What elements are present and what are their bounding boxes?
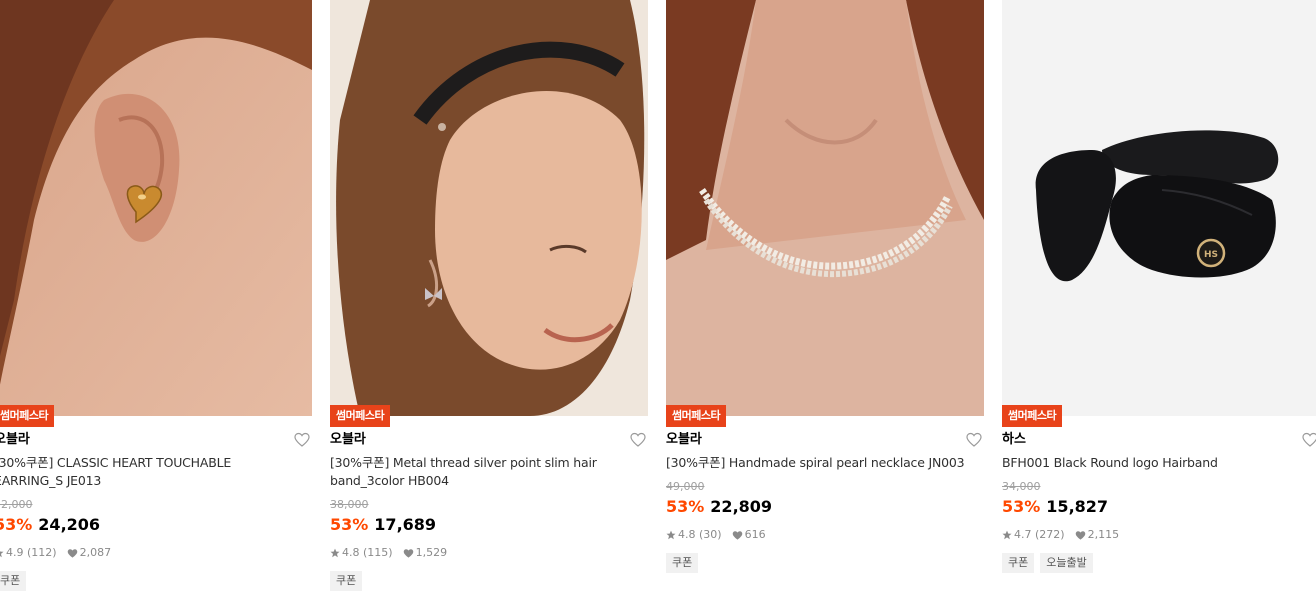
star-icon bbox=[330, 548, 340, 558]
product-card[interactable]: HS 썸머페스타 하스 BFH001 Black Round logo Hair… bbox=[1002, 0, 1316, 595]
brand-name[interactable]: 오블라 bbox=[0, 430, 30, 450]
star-icon bbox=[0, 548, 4, 558]
discount-rate: 53% bbox=[330, 515, 369, 534]
brand-name[interactable]: 오블라 bbox=[666, 430, 702, 450]
sale-price: 17,689 bbox=[374, 515, 437, 534]
product-image[interactable] bbox=[330, 0, 648, 416]
wishlist-heart-icon[interactable] bbox=[294, 432, 310, 448]
tag-list: 쿠폰 bbox=[666, 553, 699, 573]
brand-row: 하스 bbox=[1002, 430, 1316, 450]
product-image[interactable] bbox=[666, 0, 984, 416]
product-image[interactable] bbox=[0, 0, 312, 416]
heart-filled-icon bbox=[732, 530, 743, 541]
tag-list: 쿠폰 오늘출발 bbox=[1002, 553, 1093, 573]
product-card[interactable]: 썸머페스타 오블라 [30%쿠폰] CLASSIC HEART TOUCHABL… bbox=[0, 0, 312, 595]
promo-badge: 썸머페스타 bbox=[0, 405, 55, 427]
heart-filled-icon bbox=[403, 548, 414, 559]
product-title[interactable]: [30%쿠폰] CLASSIC HEART TOUCHABLE EARRING_… bbox=[0, 454, 299, 490]
svg-text:HS: HS bbox=[1204, 250, 1218, 260]
wishlist-heart-icon[interactable] bbox=[1302, 432, 1316, 448]
product-title[interactable]: [30%쿠폰] Metal thread silver point slim h… bbox=[330, 454, 635, 490]
sale-price-row: 53% 17,689 bbox=[330, 514, 436, 536]
product-stats: 4.8 (115) 1,529 bbox=[330, 545, 447, 561]
review-count: (112) bbox=[27, 546, 57, 559]
original-price: 52,000 bbox=[0, 498, 33, 511]
discount-rate: 53% bbox=[1002, 497, 1041, 516]
coupon-tag: 쿠폰 bbox=[330, 571, 363, 591]
rating-value: 4.9 bbox=[6, 546, 24, 559]
sale-price: 24,206 bbox=[38, 515, 101, 534]
product-image[interactable]: HS bbox=[1002, 0, 1316, 416]
original-price: 49,000 bbox=[666, 480, 705, 493]
product-card[interactable]: 썸머페스타 오블라 [30%쿠폰] Handmade spiral pearl … bbox=[666, 0, 984, 595]
tag-list: 쿠폰 bbox=[330, 571, 363, 591]
star-icon bbox=[666, 530, 676, 540]
like-count: 2,115 bbox=[1087, 528, 1120, 541]
product-title[interactable]: BFH001 Black Round logo Hairband bbox=[1002, 454, 1307, 472]
product-stats: 4.8 (30) 616 bbox=[666, 527, 766, 543]
like-count: 2,087 bbox=[79, 546, 112, 559]
like-count: 1,529 bbox=[415, 546, 448, 559]
coupon-tag: 쿠폰 bbox=[0, 571, 27, 591]
sale-price-row: 53% 24,206 bbox=[0, 514, 100, 536]
promo-badge: 썸머페스타 bbox=[666, 405, 727, 427]
wishlist-heart-icon[interactable] bbox=[630, 432, 646, 448]
heart-filled-icon bbox=[1075, 530, 1086, 541]
wishlist-heart-icon[interactable] bbox=[966, 432, 982, 448]
product-stats: 4.7 (272) 2,115 bbox=[1002, 527, 1119, 543]
sale-price: 15,827 bbox=[1046, 497, 1109, 516]
brand-row: 오블라 bbox=[666, 430, 984, 450]
brand-name[interactable]: 하스 bbox=[1002, 430, 1026, 450]
star-icon bbox=[1002, 530, 1012, 540]
product-title[interactable]: [30%쿠폰] Handmade spiral pearl necklace J… bbox=[666, 454, 971, 472]
brand-name[interactable]: 오블라 bbox=[330, 430, 366, 450]
coupon-tag: 쿠폰 bbox=[1002, 553, 1035, 573]
sale-price-row: 53% 22,809 bbox=[666, 496, 772, 518]
brand-row: 오블라 bbox=[330, 430, 648, 450]
product-card[interactable]: 썸머페스타 오블라 [30%쿠폰] Metal thread silver po… bbox=[330, 0, 648, 595]
promo-badge: 썸머페스타 bbox=[1002, 405, 1063, 427]
rating-value: 4.7 bbox=[1014, 528, 1032, 541]
same-day-shipping-tag: 오늘출발 bbox=[1040, 553, 1093, 573]
product-stats: 4.9 (112) 2,087 bbox=[0, 545, 111, 561]
sale-price-row: 53% 15,827 bbox=[1002, 496, 1108, 518]
promo-badge: 썸머페스타 bbox=[330, 405, 391, 427]
product-grid: 썸머페스타 오블라 [30%쿠폰] CLASSIC HEART TOUCHABL… bbox=[0, 0, 1316, 595]
discount-rate: 53% bbox=[0, 515, 33, 534]
rating-value: 4.8 bbox=[342, 546, 360, 559]
original-price: 38,000 bbox=[330, 498, 369, 511]
discount-rate: 53% bbox=[666, 497, 705, 516]
rating-value: 4.8 bbox=[678, 528, 696, 541]
original-price: 34,000 bbox=[1002, 480, 1041, 493]
sale-price: 22,809 bbox=[710, 497, 773, 516]
review-count: (272) bbox=[1035, 528, 1065, 541]
brand-row: 오블라 bbox=[0, 430, 312, 450]
review-count: (115) bbox=[363, 546, 393, 559]
review-count: (30) bbox=[699, 528, 722, 541]
tag-list: 쿠폰 bbox=[0, 571, 27, 591]
like-count: 616 bbox=[744, 528, 766, 541]
heart-filled-icon bbox=[67, 548, 78, 559]
coupon-tag: 쿠폰 bbox=[666, 553, 699, 573]
